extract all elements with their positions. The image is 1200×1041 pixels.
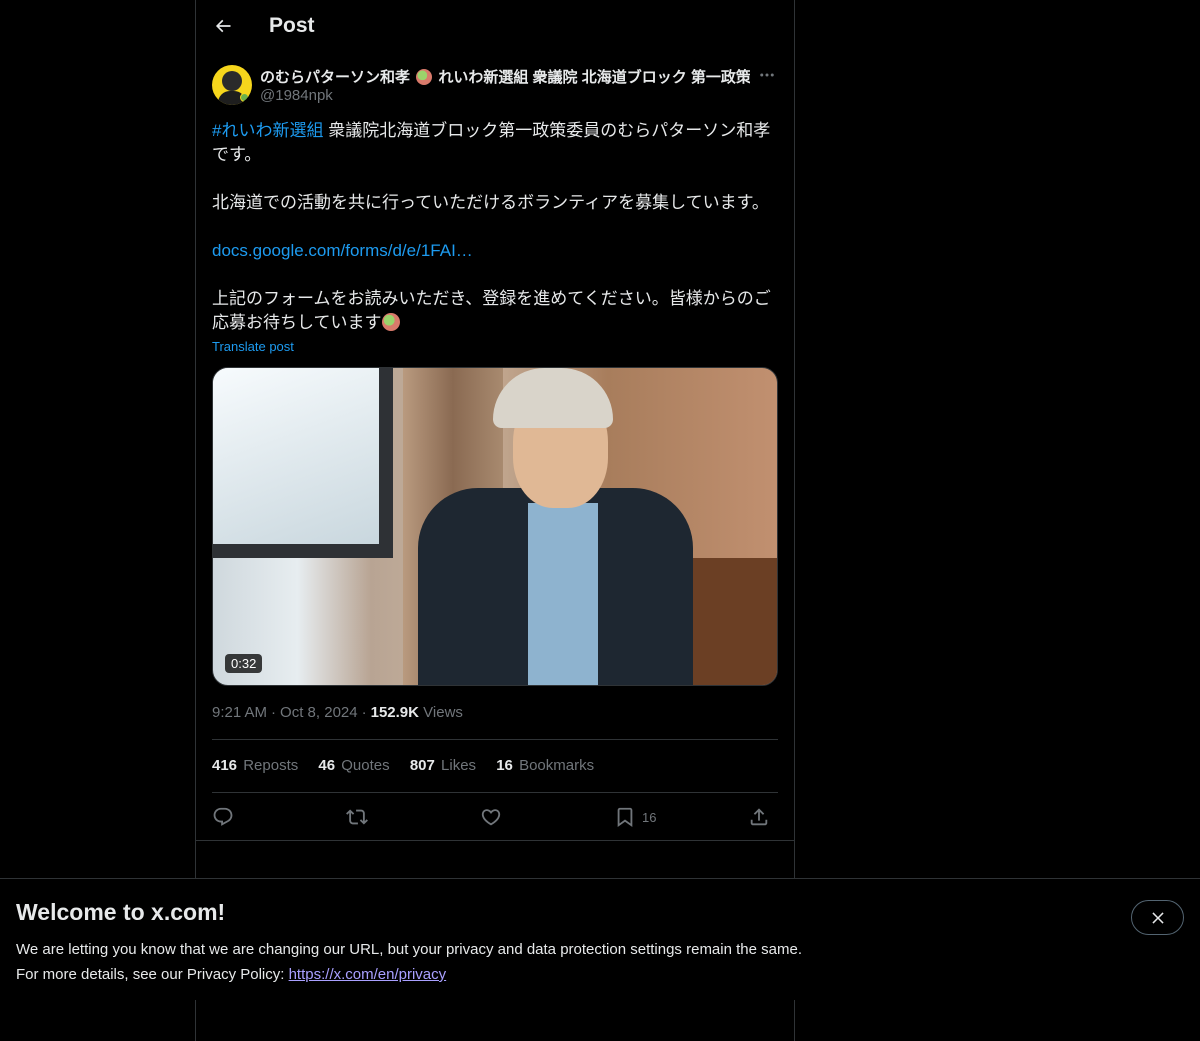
banner-title: Welcome to x.com!	[16, 899, 226, 925]
bookmarks-stat[interactable]: 16 Bookmarks	[496, 757, 594, 774]
tweet-time[interactable]: 9:21 AM	[212, 704, 267, 721]
url-change-banner: Welcome to x.com! We are letting you kno…	[0, 878, 1200, 1000]
avatar[interactable]	[212, 65, 252, 105]
reply-icon	[213, 807, 233, 826]
avatar-head	[222, 71, 242, 91]
bookmark-button[interactable]: 16	[614, 804, 656, 830]
divider	[196, 840, 794, 841]
display-name-affiliation: れいわ新選組 衆議院 北海道ブロック 第一政策委員	[438, 69, 750, 86]
user-handle[interactable]: @1984npk	[260, 87, 333, 104]
tweet-actions: 16	[212, 802, 778, 832]
heart-icon	[481, 809, 501, 826]
divider	[212, 792, 778, 793]
repost-button[interactable]	[346, 804, 368, 830]
display-name[interactable]: のむらパターソン和孝 れいわ新選組 衆議院 北海道ブロック 第一政策委員	[260, 66, 750, 87]
tweet-line-3: 上記のフォームをお読みいただき、登録を進めてください。皆様からのご応募お待ちして…	[212, 289, 771, 332]
back-button[interactable]	[208, 11, 238, 41]
privacy-policy-link[interactable]: https://x.com/en/privacy	[289, 966, 447, 983]
arrow-left-icon	[215, 19, 231, 33]
video-player[interactable]: 0:32	[212, 367, 778, 686]
quotes-stat[interactable]: 46 Quotes	[318, 757, 389, 774]
page-title: Post	[269, 14, 315, 37]
tweet-text: #れいわ新選組 衆議院北海道ブロック第一政策委員のむらパターソン和孝です。 北海…	[212, 119, 778, 335]
hashtag-link[interactable]: #れいわ新選組	[212, 121, 323, 140]
reply-button[interactable]	[212, 804, 234, 830]
avatar-badge	[240, 93, 249, 102]
repost-icon	[346, 809, 368, 825]
video-frame-chair	[693, 558, 777, 685]
views-count: 152.9K	[370, 704, 419, 721]
close-banner-button[interactable]	[1131, 900, 1184, 935]
display-name-primary: のむらパターソン和孝	[260, 69, 411, 86]
tweet-meta: 9:21 AM · Oct 8, 2024 · 152.9K Views	[212, 704, 463, 721]
divider	[212, 739, 778, 740]
video-frame-window	[213, 368, 393, 558]
banner-line-2: For more details, see our Privacy Policy…	[16, 966, 289, 983]
translate-post-button[interactable]: Translate post	[212, 339, 294, 354]
form-link[interactable]: docs.google.com/forms/d/e/1FAI…	[212, 241, 473, 260]
tweet-stats: 416 Reposts 46 Quotes 807 Likes 16 Bookm…	[212, 757, 610, 774]
tweet-date[interactable]: Oct 8, 2024	[280, 704, 358, 721]
video-frame-cap	[493, 368, 613, 428]
video-frame-shirt	[528, 503, 598, 685]
views-label: Views	[423, 704, 463, 721]
likes-stat[interactable]: 807 Likes	[410, 757, 476, 774]
more-options-button[interactable]	[756, 65, 778, 85]
page-header: Post	[196, 0, 794, 53]
banner-text: We are letting you know that we are chan…	[16, 937, 1016, 987]
author-row: のむらパターソン和孝 れいわ新選組 衆議院 北海道ブロック 第一政策委員 @19…	[212, 65, 778, 107]
close-icon	[1151, 911, 1164, 924]
bookmark-icon	[617, 807, 633, 828]
tweet-line-2: 北海道での活動を共に行っていただけるボランティアを募集しています。	[212, 193, 769, 212]
party-flag-icon	[381, 313, 400, 331]
video-duration-badge: 0:32	[225, 654, 263, 673]
more-dots-icon	[760, 73, 774, 77]
bookmark-count: 16	[642, 809, 657, 825]
party-flag-icon	[416, 69, 433, 85]
reposts-stat[interactable]: 416 Reposts	[212, 757, 298, 774]
share-button[interactable]	[748, 804, 770, 830]
share-icon	[750, 808, 768, 826]
banner-line-1: We are letting you know that we are chan…	[16, 941, 802, 958]
like-button[interactable]	[480, 804, 502, 830]
